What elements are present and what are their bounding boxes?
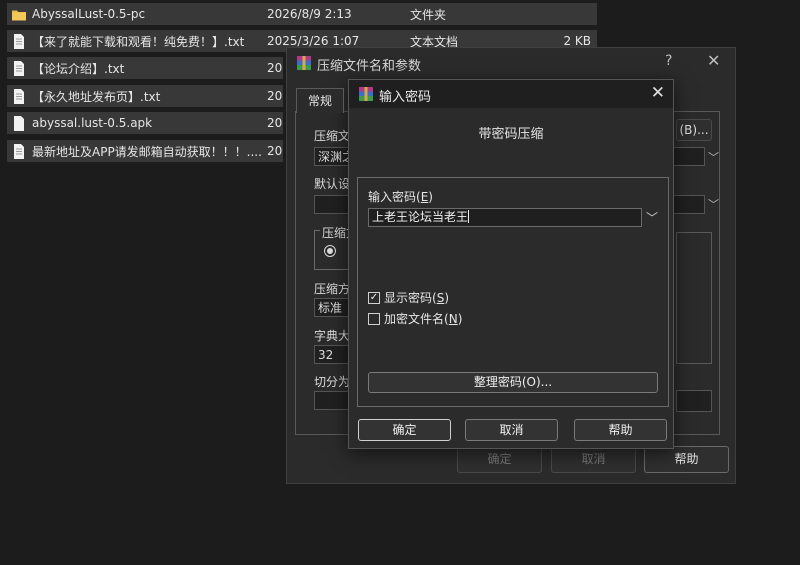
text-file-icon: [14, 143, 24, 159]
default-profile-label: 默认设: [314, 177, 351, 191]
password-dialog: 输入密码 ✕ 带密码压缩 输入密码(E) 上老王论坛当老王 ﹀ ✓ 显示密码(S…: [348, 79, 674, 449]
set-password-area[interactable]: [676, 390, 712, 412]
file-row-apk[interactable]: abyssal.lust-0.5.apk 202: [7, 112, 283, 134]
password-input[interactable]: 上老王论坛当老王: [368, 208, 642, 227]
file-name: AbyssalLust-0.5-pc: [32, 7, 146, 21]
help-button[interactable]: 帮助: [644, 446, 729, 473]
text-cursor: [468, 210, 470, 223]
cancel-button[interactable]: 取消: [551, 446, 636, 473]
file-date: 202: [267, 116, 283, 130]
file-name: 【论坛介绍】.txt: [32, 61, 125, 76]
file-name: 最新地址及APP请发邮箱自动获取！！！....: [32, 144, 262, 159]
close-icon[interactable]: ✕: [651, 83, 665, 103]
file-date: 2025/3/26 1:07: [267, 34, 360, 48]
file-size: 2 KB: [563, 34, 591, 48]
options-group: [676, 232, 712, 364]
dialog-title: 输入密码: [379, 90, 432, 105]
archive-name-label: 压缩文: [314, 129, 351, 143]
dialog-titlebar: 输入密码 ✕: [349, 80, 673, 108]
dictionary-label: 字典大: [314, 329, 351, 343]
chevron-down-icon[interactable]: ﹀: [708, 196, 719, 212]
chevron-down-icon[interactable]: ﹀: [708, 149, 719, 165]
organize-passwords-button[interactable]: 整理密码(O)...: [368, 372, 658, 393]
checkbox-label: 显示密码(S): [384, 291, 450, 305]
radio-dot-icon: [327, 248, 333, 254]
file-row-txt[interactable]: 【论坛介绍】.txt 202: [7, 57, 283, 79]
password-group: 输入密码(E) 上老王论坛当老王 ﹀ ✓ 显示密码(S) 加密文件名(N) 整理…: [357, 177, 669, 407]
dialog-heading: 带密码压缩: [478, 127, 544, 142]
method-label: 压缩方: [314, 282, 351, 296]
text-file-icon: [14, 60, 24, 76]
split-label: 切分为: [314, 375, 351, 389]
dialog-title: 压缩文件名和参数: [317, 59, 422, 74]
ok-button[interactable]: 确定: [358, 419, 451, 441]
file-date: 202: [267, 61, 283, 75]
winrar-icon: [297, 56, 311, 70]
cancel-button[interactable]: 取消: [465, 419, 558, 441]
file-icon: [14, 115, 24, 131]
browse-button[interactable]: (B)...: [676, 119, 712, 141]
password-label: 输入密码(E): [368, 190, 433, 204]
help-button[interactable]: 帮助: [574, 419, 667, 441]
ok-button[interactable]: 确定: [457, 446, 542, 473]
file-date: 2026/8/9 2:13: [267, 7, 352, 21]
text-file-icon: [14, 88, 24, 104]
folder-icon: [12, 10, 26, 20]
file-row-txt[interactable]: 最新地址及APP请发邮箱自动获取！！！.... 202: [7, 140, 283, 162]
text-file-icon: [14, 33, 24, 49]
file-row-txt[interactable]: 【永久地址发布页】.txt 202: [7, 85, 283, 107]
file-date: 202: [267, 144, 283, 158]
file-name: 【永久地址发布页】.txt: [32, 89, 161, 104]
radio-rar[interactable]: [324, 245, 336, 257]
winrar-icon: [359, 87, 373, 101]
file-date: 202: [267, 89, 283, 103]
encrypt-filenames-checkbox[interactable]: 加密文件名(N): [368, 310, 462, 327]
checkbox-label: 加密文件名(N): [384, 312, 463, 326]
file-type: 文件夹: [410, 7, 447, 22]
file-name: 【来了就能下载和观看！纯免费！】.txt: [32, 34, 245, 49]
tab-general[interactable]: 常规: [296, 88, 344, 113]
file-row-folder[interactable]: AbyssalLust-0.5-pc 2026/8/9 2:13 文件夹: [7, 3, 597, 25]
checkbox-checked-icon: ✓: [368, 291, 380, 304]
close-icon[interactable]: ✕: [707, 51, 720, 70]
help-icon[interactable]: ?: [665, 53, 672, 69]
chevron-down-icon[interactable]: ﹀: [646, 209, 658, 226]
file-name: abyssal.lust-0.5.apk: [32, 116, 153, 130]
checkbox-empty-icon: [368, 312, 380, 325]
show-password-checkbox[interactable]: ✓ 显示密码(S): [368, 289, 449, 306]
